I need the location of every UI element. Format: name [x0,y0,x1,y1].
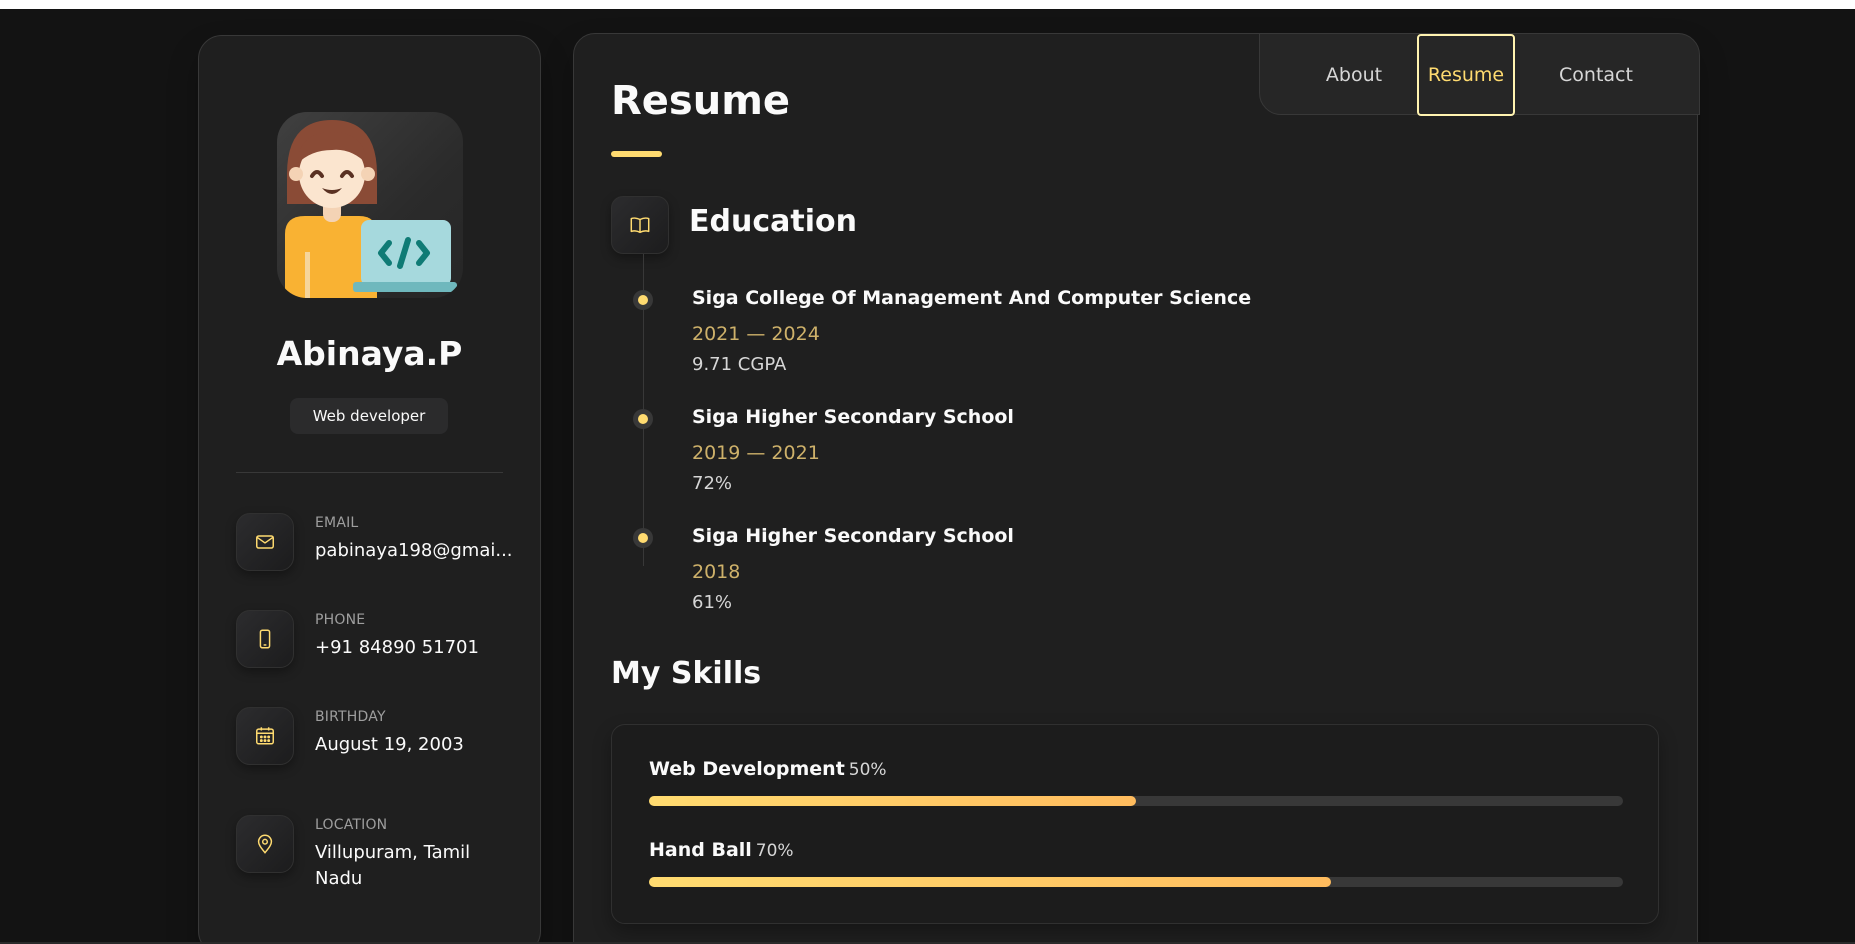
timeline-item: Siga College Of Management And Computer … [633,283,1433,383]
phone-link[interactable]: +91 84890 51701 [315,635,515,661]
nav-link-about[interactable]: About [1300,34,1408,116]
contact-item-email: EMAIL pabinaya198@gmai... [236,513,526,583]
skill-name: Hand Ball [649,839,752,861]
profile-title-badge: Web developer [290,398,448,434]
timeline-item-date: 2019 — 2021 [692,442,820,464]
contact-item-phone: PHONE +91 84890 51701 [236,610,526,680]
education-title: Education [689,204,857,239]
page-title: Resume [611,78,791,124]
timeline-item-title: Siga Higher Secondary School [692,525,1014,547]
browser-top-strip [0,0,1855,9]
timeline-item-date: 2021 — 2024 [692,323,820,345]
developer-avatar-icon [285,120,457,298]
skill-progress-track [649,877,1623,887]
skills-title: My Skills [611,656,762,691]
timeline-item: Siga Higher Secondary School 2018 61% [633,521,1433,621]
skill-percent: 70% [755,841,794,861]
timeline-dot [633,528,653,548]
profile-name: Abinaya.P [276,334,463,373]
location-pin-icon [236,815,294,873]
timeline-dot [633,290,653,310]
timeline-item-text: 61% [692,592,733,613]
skill-progress-track [649,796,1623,806]
timeline-item: Siga Higher Secondary School 2019 — 2021… [633,402,1433,502]
avatar [277,112,463,298]
nav-link-contact[interactable]: Contact [1532,34,1660,116]
contact-label: BIRTHDAY [315,709,386,725]
resume-article: About Resume Contact Resume Education Si… [573,33,1700,944]
skill-progress-fill [649,877,1331,887]
nav-link-resume[interactable]: Resume [1417,34,1515,116]
sidebar: Abinaya.P Web developer EMAIL pabinaya19… [198,35,541,944]
birthday-value: August 19, 2003 [315,734,464,755]
skill-item: Hand Ball 70% [649,839,1623,899]
location-value: Villupuram, Tamil Nadu [315,842,471,889]
timeline-item-date: 2018 [692,561,741,583]
book-open-icon [611,196,669,254]
contact-item-location: LOCATION Villupuram, Tamil Nadu [236,815,526,889]
contact-label: EMAIL [315,515,359,531]
timeline-item-title: Siga Higher Secondary School [692,406,1014,428]
sidebar-separator [236,472,503,473]
calendar-icon [236,707,294,765]
skills-list: Web Development 50% Hand Ball 70% [611,724,1659,924]
contact-label: LOCATION [315,817,388,833]
timeline-dot [633,409,653,429]
timeline-item-text: 9.71 CGPA [692,354,787,375]
phone-icon [236,610,294,668]
title-underline [611,151,662,157]
skill-progress-fill [649,796,1136,806]
email-link[interactable]: pabinaya198@gmai... [315,538,515,564]
skill-percent: 50% [848,760,887,780]
contact-item-birthday: BIRTHDAY August 19, 2003 [236,707,526,777]
navbar: About Resume Contact [1259,33,1700,116]
timeline-item-title: Siga College Of Management And Computer … [692,287,1252,309]
contact-label: PHONE [315,612,366,628]
skill-item: Web Development 50% [649,758,1623,818]
skill-name: Web Development [649,758,845,780]
timeline-item-text: 72% [692,473,733,494]
mail-icon [236,513,294,571]
